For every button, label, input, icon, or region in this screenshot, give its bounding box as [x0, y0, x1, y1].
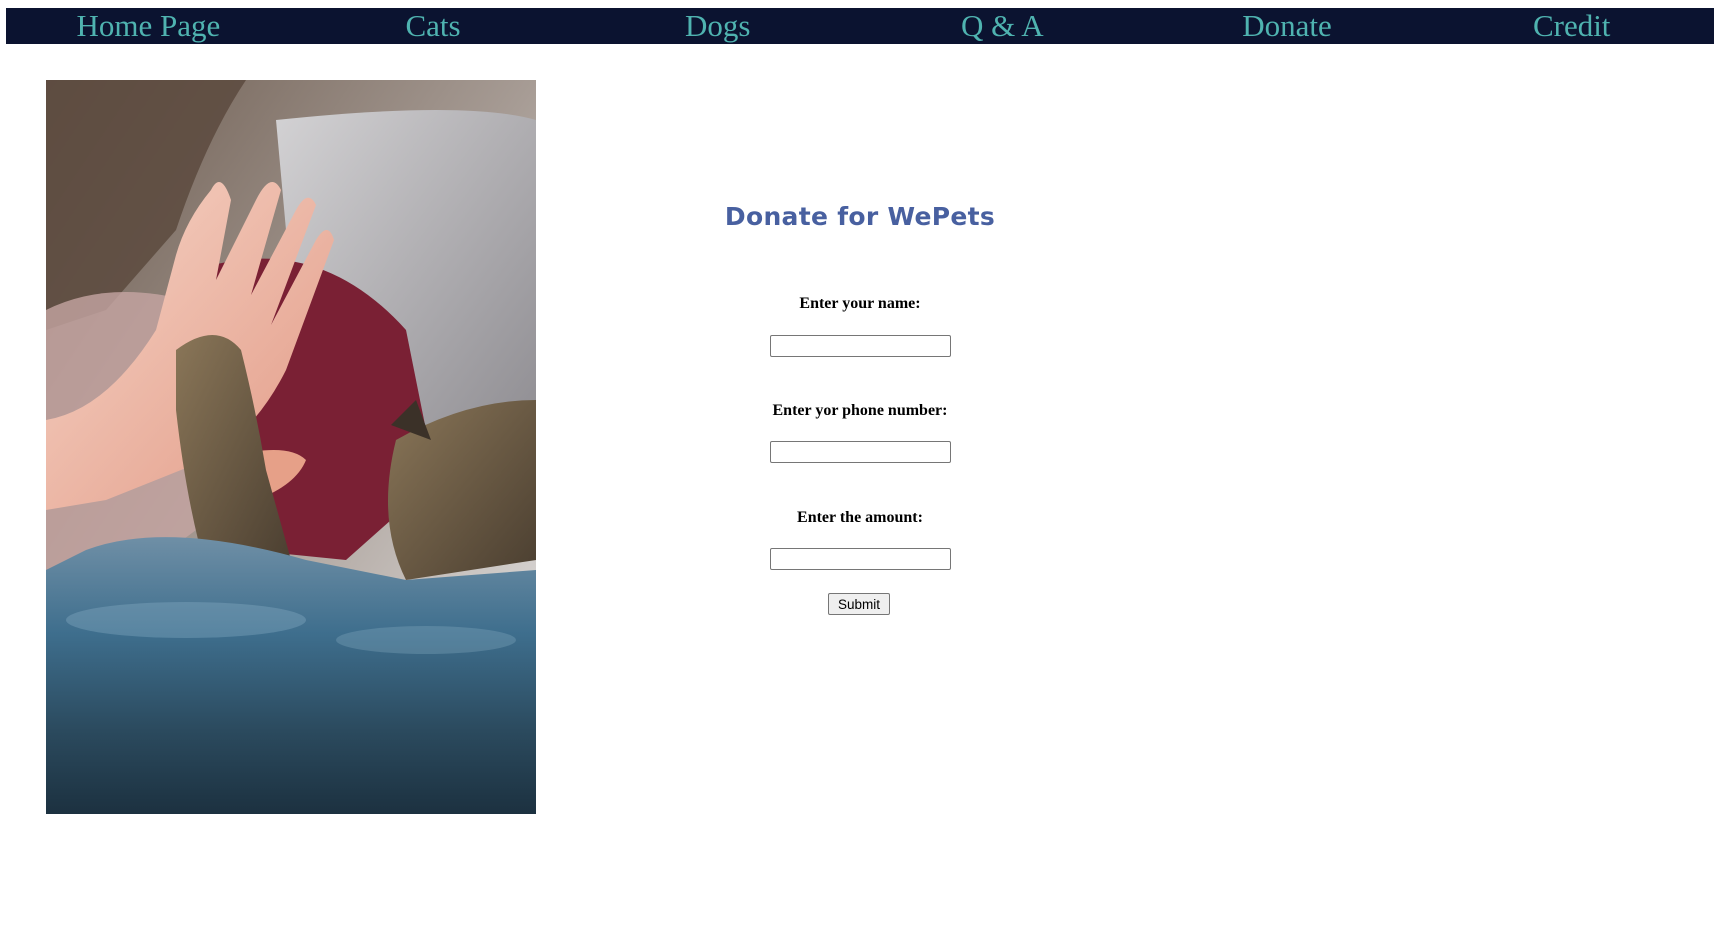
nav-link-credit[interactable]: Credit	[1429, 8, 1714, 44]
submit-button[interactable]: Submit	[828, 593, 890, 615]
cat-high-five-photo	[46, 80, 536, 814]
top-navigation-bar: Home Page Cats Dogs Q & A Donate Credit	[6, 8, 1714, 44]
name-input[interactable]	[770, 335, 951, 357]
nav-link-q-and-a[interactable]: Q & A	[860, 8, 1145, 44]
phone-input[interactable]	[770, 441, 951, 463]
donation-form-title: Donate for WePets	[724, 202, 996, 231]
amount-label: Enter the amount:	[797, 509, 923, 526]
amount-input[interactable]	[770, 548, 951, 570]
phone-label: Enter yor phone number:	[772, 402, 948, 419]
nav-link-dogs[interactable]: Dogs	[575, 8, 860, 44]
nav-link-cats[interactable]: Cats	[291, 8, 576, 44]
name-label: Enter your name:	[799, 295, 921, 312]
nav-link-donate[interactable]: Donate	[1145, 8, 1430, 44]
cat-high-five-illustration	[46, 80, 536, 814]
nav-link-home-page[interactable]: Home Page	[6, 8, 291, 44]
